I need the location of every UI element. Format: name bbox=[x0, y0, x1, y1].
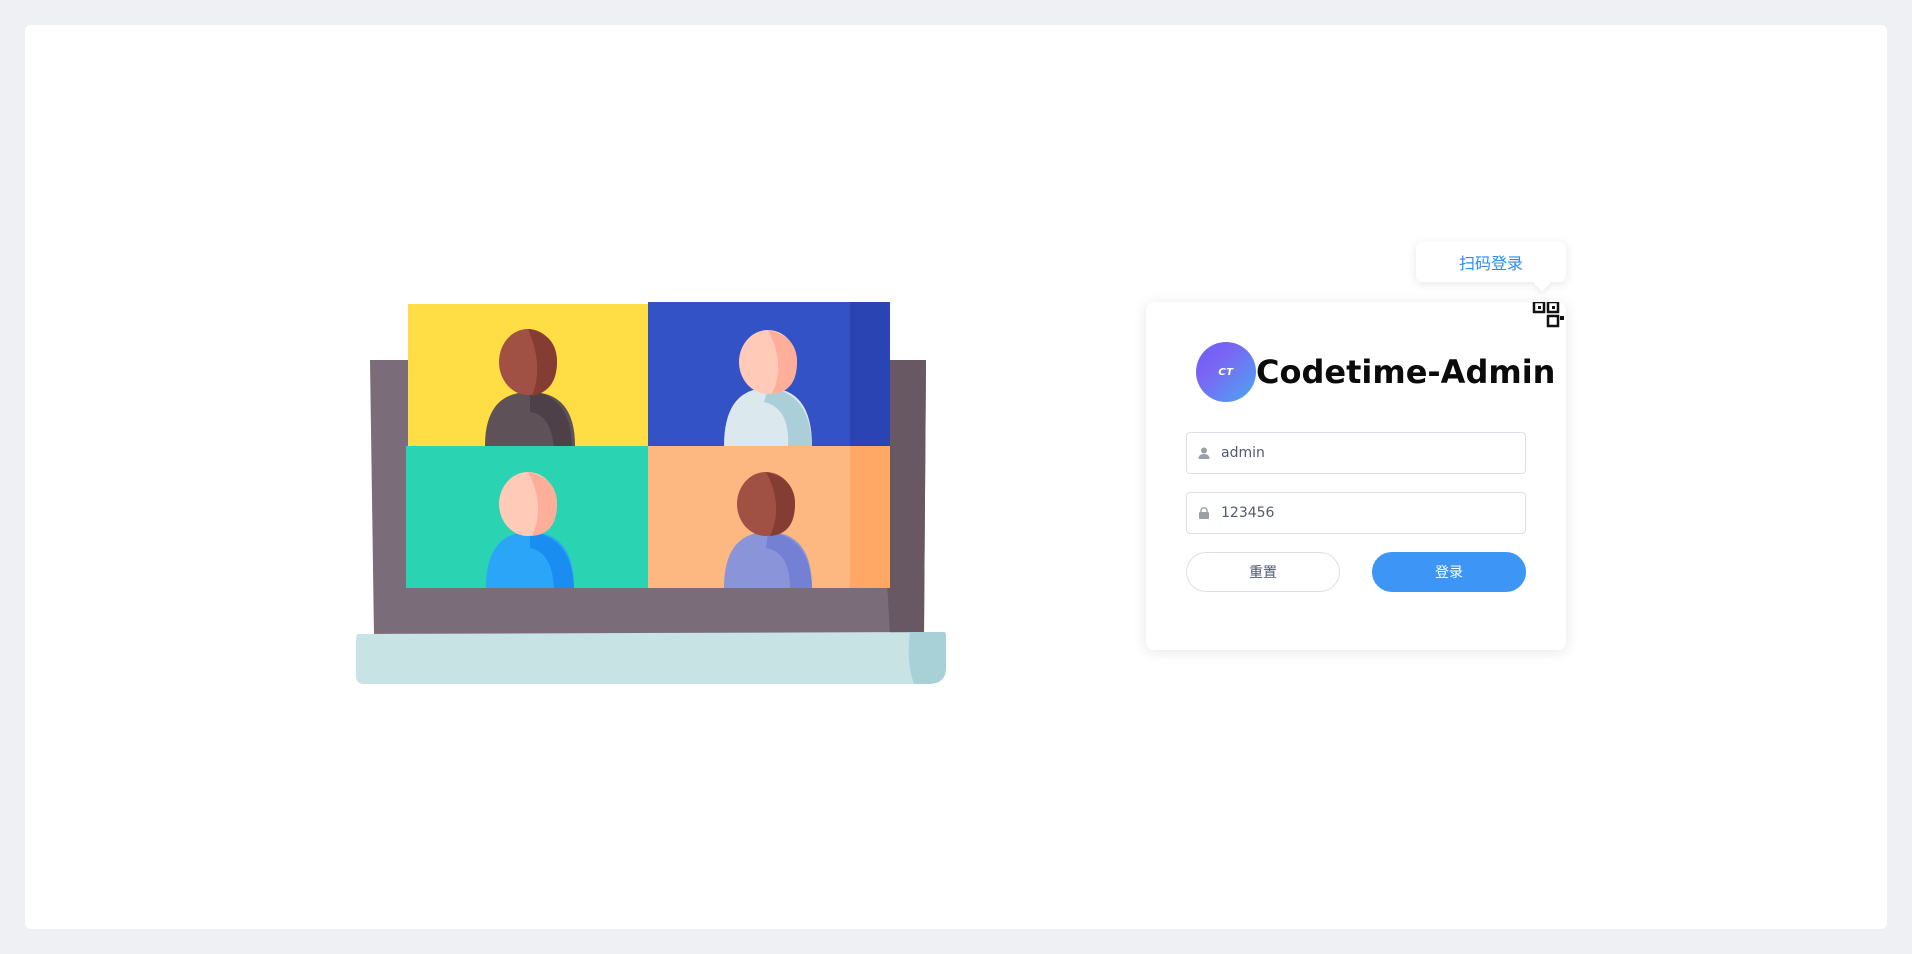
login-button[interactable]: 登录 bbox=[1372, 552, 1526, 592]
main-panel bbox=[25, 25, 1887, 929]
qr-login-label: 扫码登录 bbox=[1458, 254, 1523, 273]
logo: CT bbox=[1196, 342, 1256, 402]
password-input[interactable] bbox=[1221, 494, 1525, 532]
logo-text: CT bbox=[1218, 366, 1234, 378]
video-call-illustration bbox=[354, 296, 948, 688]
user-icon bbox=[1187, 433, 1221, 473]
login-card: CT Codetime-Admin 重置 登录 bbox=[1146, 302, 1566, 650]
lock-icon bbox=[1187, 493, 1221, 533]
qr-code-icon[interactable] bbox=[1532, 302, 1566, 336]
reset-button[interactable]: 重置 bbox=[1186, 552, 1340, 592]
username-field bbox=[1186, 432, 1526, 474]
brand-title: Codetime-Admin bbox=[1256, 353, 1556, 391]
username-input[interactable] bbox=[1221, 434, 1525, 472]
brand: CT Codetime-Admin bbox=[1196, 342, 1555, 402]
password-field bbox=[1186, 492, 1526, 534]
login-label: 登录 bbox=[1435, 565, 1463, 581]
qr-login-tooltip[interactable]: 扫码登录 bbox=[1416, 242, 1566, 282]
reset-label: 重置 bbox=[1249, 565, 1277, 581]
